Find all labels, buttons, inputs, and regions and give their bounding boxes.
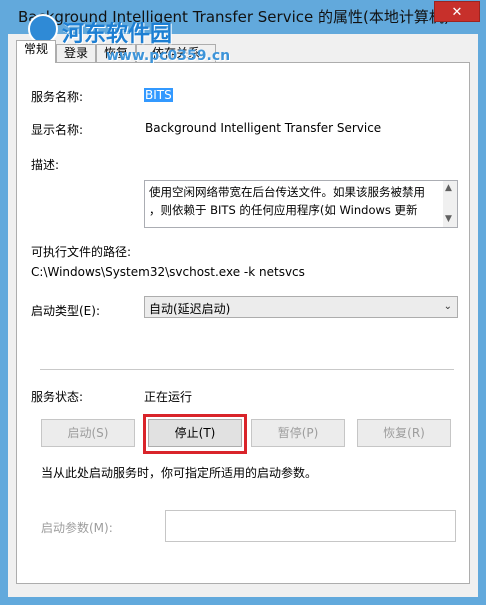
exe-path-label: 可执行文件的路径: — [31, 245, 132, 259]
general-panel: 服务名称: BITS 显示名称: Background Intelligent … — [16, 62, 470, 584]
title-bar: Background Intelligent Transfer Service … — [0, 0, 486, 34]
start-params-label: 启动参数(M): — [41, 521, 113, 535]
tab-general[interactable]: 常规 — [16, 40, 56, 63]
separator — [40, 369, 454, 370]
pause-button[interactable]: 暂停(P) — [251, 419, 345, 447]
tab-dependencies[interactable]: 依存关系 — [136, 44, 216, 62]
display-name-value[interactable]: Background Intelligent Transfer Service — [145, 121, 381, 135]
scroll-up-icon[interactable]: ▲ — [445, 183, 452, 193]
resume-button[interactable]: 恢复(R) — [357, 419, 451, 447]
start-button[interactable]: 启动(S) — [41, 419, 135, 447]
service-status-label: 服务状态: — [31, 390, 84, 404]
window-title: Background Intelligent Transfer Service … — [18, 8, 450, 26]
chevron-down-icon: ⌄ — [443, 301, 452, 312]
description-scrollbar[interactable]: ▲ ▼ — [443, 181, 457, 227]
description-text: 使用空闲网络带宽在后台传送文件。如果该服务被禁用 ，则依赖于 BITS 的任何应… — [149, 185, 425, 217]
display-name-label: 显示名称: — [31, 123, 84, 137]
startup-type-dropdown[interactable]: 自动(延迟启动) ⌄ — [144, 296, 458, 318]
start-params-hint: 当从此处启动服务时，你可指定所适用的启动参数。 — [41, 466, 318, 480]
service-name-value[interactable]: BITS — [144, 88, 173, 102]
startup-type-label: 启动类型(E): — [31, 304, 100, 318]
startup-type-value: 自动(延迟启动) — [149, 302, 231, 316]
start-params-input[interactable] — [165, 510, 456, 542]
description-label: 描述: — [31, 158, 60, 172]
exe-path-value[interactable]: C:\Windows\System32\svchost.exe -k netsv… — [31, 265, 305, 279]
service-name-text: BITS — [144, 88, 173, 102]
stop-button-highlight — [143, 414, 247, 454]
tab-recovery[interactable]: 恢复 — [96, 44, 136, 62]
close-button[interactable]: ✕ — [434, 1, 480, 22]
service-name-label: 服务名称: — [31, 90, 84, 104]
description-box[interactable]: 使用空闲网络带宽在后台传送文件。如果该服务被禁用 ，则依赖于 BITS 的任何应… — [144, 180, 458, 228]
service-status-value: 正在运行 — [144, 390, 193, 404]
dialog-body: 常规 登录 恢复 依存关系 服务名称: BITS 显示名称: Backgroun… — [8, 34, 478, 597]
tab-logon[interactable]: 登录 — [56, 44, 96, 62]
scroll-down-icon[interactable]: ▼ — [445, 214, 452, 224]
